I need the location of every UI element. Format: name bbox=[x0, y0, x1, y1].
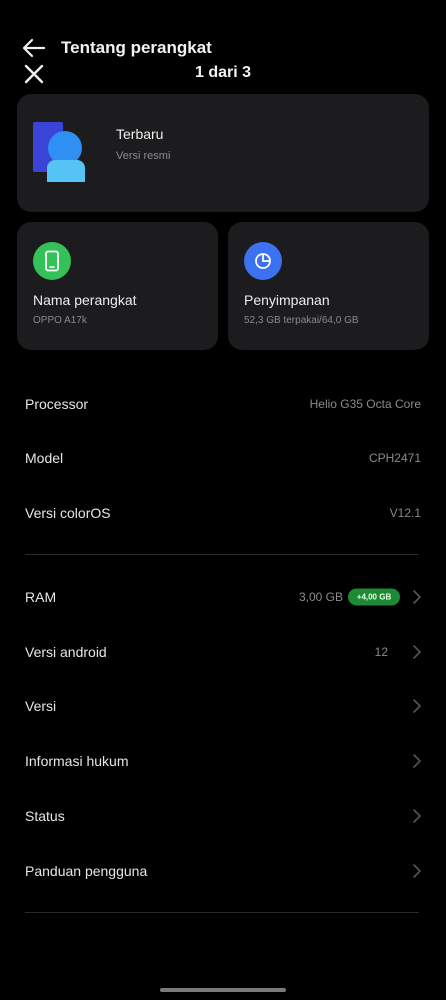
menu-item-legal-info[interactable]: Informasi hukum bbox=[0, 734, 446, 788]
menu-item-user-guide[interactable]: Panduan pengguna bbox=[0, 844, 446, 898]
pie-chart-icon bbox=[244, 242, 282, 280]
menu-label: Panduan pengguna bbox=[25, 863, 148, 879]
chevron-right-icon bbox=[413, 699, 421, 713]
spec-row-processor: Processor Helio G35 Octa Core bbox=[0, 377, 446, 431]
divider bbox=[25, 554, 419, 555]
storage-title: Penyimpanan bbox=[244, 292, 330, 308]
chevron-right-icon bbox=[413, 590, 421, 604]
page-title: Tentang perangkat bbox=[61, 38, 212, 57]
device-name-card[interactable]: Nama perangkat OPPO A17k bbox=[17, 222, 218, 350]
page-indicator: 1 dari 3 bbox=[194, 64, 252, 81]
spec-label: Versi colorOS bbox=[25, 505, 111, 521]
spec-label: Processor bbox=[25, 396, 89, 412]
device-name-title: Nama perangkat bbox=[33, 292, 137, 308]
about-device-screen: Tentang perangkat 1 dari 3 Terbaru Versi… bbox=[0, 0, 446, 1000]
spec-value: CPH2471 bbox=[368, 451, 421, 465]
menu-item-version[interactable]: Versi bbox=[0, 679, 446, 733]
home-indicator[interactable] bbox=[160, 988, 286, 992]
menu-label: Status bbox=[25, 808, 65, 824]
menu-item-android-version[interactable]: Versi android 12 bbox=[0, 625, 446, 679]
device-name-value: OPPO A17k bbox=[33, 315, 87, 326]
divider bbox=[25, 912, 419, 913]
menu-label: RAM bbox=[25, 589, 57, 605]
top-bar: Tentang perangkat 1 dari 3 bbox=[0, 0, 446, 90]
menu-item-ram[interactable]: RAM 3,00 GB +4,00 GB bbox=[0, 570, 446, 624]
menu-item-status[interactable]: Status bbox=[0, 789, 446, 843]
ram-extension-badge: +4,00 GB bbox=[348, 588, 400, 606]
spec-label: Model bbox=[25, 450, 64, 466]
spec-value: V12.1 bbox=[389, 506, 421, 520]
spec-row-coloros-version: Versi colorOS V12.1 bbox=[0, 486, 446, 540]
storage-value: 52,3 GB terpakai/64,0 GB bbox=[244, 315, 359, 326]
arrow-left-icon bbox=[22, 38, 46, 58]
ram-value: 3,00 GB bbox=[298, 590, 343, 604]
os-status-subtitle: Versi resmi bbox=[116, 150, 171, 162]
chevron-right-icon bbox=[413, 809, 421, 823]
chevron-right-icon bbox=[413, 645, 421, 659]
os-status-title: Terbaru bbox=[116, 126, 164, 142]
spec-value: Helio G35 Octa Core bbox=[309, 397, 421, 411]
menu-label: Informasi hukum bbox=[25, 753, 129, 769]
menu-label: Versi android bbox=[25, 644, 107, 660]
chevron-right-icon bbox=[413, 864, 421, 878]
spec-row-model: Model CPH2471 bbox=[0, 431, 446, 485]
coloros-logo-icon bbox=[33, 122, 87, 182]
os-version-card[interactable]: Terbaru Versi resmi bbox=[17, 94, 429, 212]
android-version-value: 12 bbox=[374, 645, 388, 659]
menu-label: Versi bbox=[25, 698, 57, 714]
storage-card[interactable]: Penyimpanan 52,3 GB terpakai/64,0 GB bbox=[228, 222, 429, 350]
chevron-right-icon bbox=[413, 754, 421, 768]
back-button[interactable] bbox=[22, 38, 46, 58]
phone-icon bbox=[33, 242, 71, 280]
